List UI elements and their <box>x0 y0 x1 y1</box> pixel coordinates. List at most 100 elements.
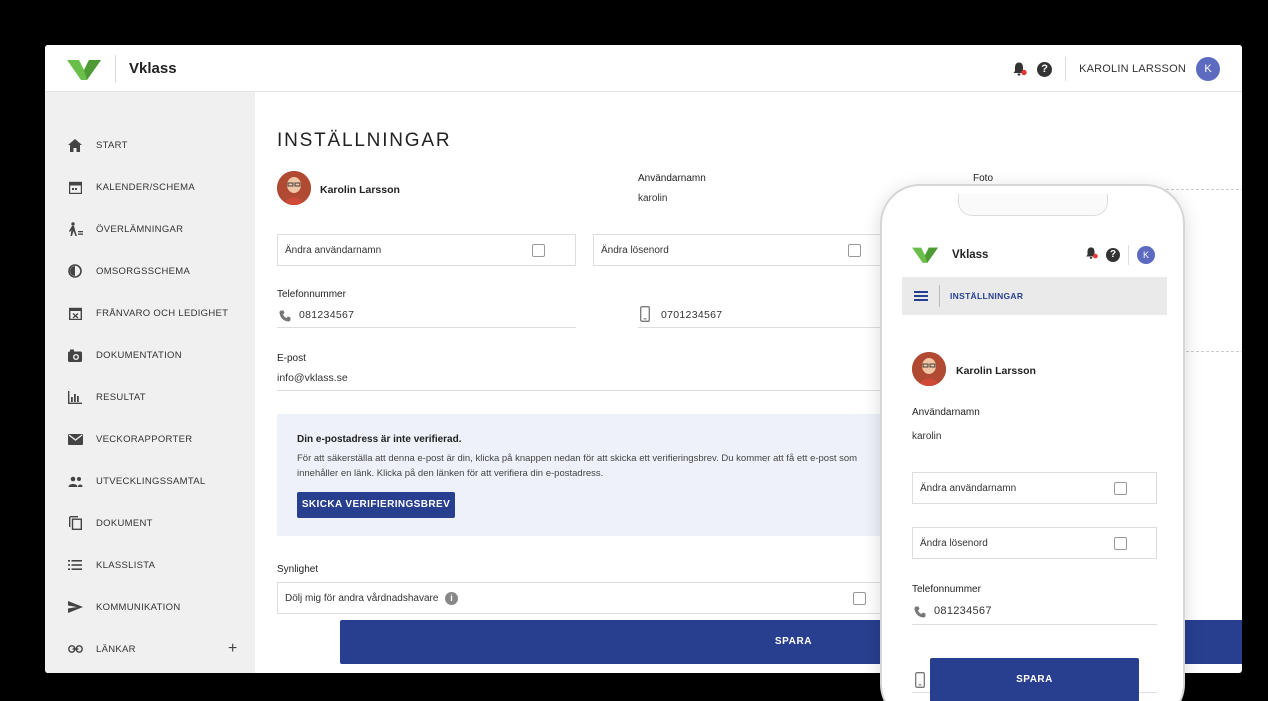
expand-links-button[interactable]: + <box>228 640 237 658</box>
envelope-icon <box>67 431 83 447</box>
phone-label: Telefonnummer <box>277 289 346 300</box>
phone-notch <box>958 194 1108 216</box>
username-label: Användarnamn <box>638 173 706 184</box>
phone-change-username-checkbox[interactable] <box>1114 482 1127 495</box>
sidebar-item-omsorgsschema[interactable]: OMSORGSSCHEMA <box>45 250 255 292</box>
brand-divider <box>115 55 116 83</box>
sidebar-item-lankar[interactable]: LÄNKAR + <box>45 628 255 670</box>
phone-header-actions: ? K <box>1084 245 1155 265</box>
notice-body: För att säkerställa att denna e-post är … <box>297 453 858 479</box>
sidebar-item-label: VECKORAPPORTER <box>96 433 193 445</box>
sidebar-item-label: KLASSLISTA <box>96 559 156 571</box>
phone-icon <box>279 309 291 327</box>
email-underline <box>277 390 910 391</box>
care-schedule-icon <box>67 263 83 279</box>
visibility-label: Synlighet <box>277 564 319 575</box>
phone-input[interactable]: 081234567 <box>299 309 354 321</box>
sidebar-item-franvaro[interactable]: FRÅNVARO OCH LEDIGHET <box>45 292 255 334</box>
phone-user-avatar[interactable]: K <box>1137 246 1155 264</box>
sidebar-item-dokumentation[interactable]: DOKUMENTATION <box>45 334 255 376</box>
home-icon <box>67 137 83 153</box>
username-value: karolin <box>638 193 668 204</box>
change-password-label: Ändra lösenord <box>601 245 669 256</box>
phone-profile-avatar <box>912 352 946 386</box>
sidebar-item-label: DOKUMENTATION <box>96 349 182 361</box>
hide-me-info-icon[interactable]: i <box>445 592 458 605</box>
top-header: Vklass ? KAROLIN LARSSON K <box>45 45 1242 92</box>
sidebar-item-kalender[interactable]: KALENDER/SCHEMA <box>45 166 255 208</box>
phone-username-value: karolin <box>912 431 942 442</box>
change-username-box[interactable]: Ändra användarnamn <box>277 234 576 266</box>
help-icon[interactable]: ? <box>1106 248 1120 262</box>
page-title: INSTÄLLNINGAR <box>277 130 452 151</box>
sidebar-item-overlamningar[interactable]: ÖVERLÄMNINGAR <box>45 208 255 250</box>
document-icon <box>67 515 83 531</box>
hide-me-label: Dölj mig för andra vårdnadshavare <box>285 593 439 604</box>
user-name[interactable]: KAROLIN LARSSON <box>1079 63 1186 75</box>
sidebar-item-label: LÄNKAR <box>96 643 136 655</box>
phone-icon <box>914 605 926 623</box>
phone-save-button[interactable]: SPARA <box>930 658 1139 701</box>
phone-underline <box>277 327 576 328</box>
email-verification-notice: Din e-postadress är inte verifierad. För… <box>277 414 897 536</box>
change-password-checkbox[interactable] <box>848 244 861 257</box>
phone-mockup: Vklass ? K INSTÄLLNINGAR Karolin Larsson… <box>880 184 1185 701</box>
sidebar-item-label: FRÅNVARO OCH LEDIGHET <box>96 307 229 319</box>
phone-profile-name: Karolin Larsson <box>956 365 1036 377</box>
calendar-icon <box>67 179 83 195</box>
hide-me-checkbox[interactable] <box>853 592 866 605</box>
sidebar-item-kommunikation[interactable]: KOMMUNIKATION <box>45 586 255 628</box>
phone-section-title: INSTÄLLNINGAR <box>950 291 1024 301</box>
change-password-box[interactable]: Ändra lösenord <box>593 234 893 266</box>
mobile-underline <box>638 327 910 328</box>
notification-bell-icon[interactable] <box>1011 61 1027 77</box>
phone-change-username-box[interactable]: Ändra användarnamn <box>912 472 1157 504</box>
absence-icon <box>67 305 83 321</box>
sidebar-item-resultat[interactable]: RESULTAT <box>45 376 255 418</box>
sidebar-item-label: KOMMUNIKATION <box>96 601 181 613</box>
hide-me-box[interactable]: Dölj mig för andra vårdnadshavare i <box>277 582 897 614</box>
change-username-label: Ändra användarnamn <box>285 245 382 256</box>
change-username-checkbox[interactable] <box>532 244 545 257</box>
phone-subheader: INSTÄLLNINGAR <box>902 277 1167 315</box>
phone-change-password-checkbox[interactable] <box>1114 537 1127 550</box>
sidebar-item-dokument[interactable]: DOKUMENT <box>45 502 255 544</box>
sidebar-item-label: RESULTAT <box>96 391 146 403</box>
sidebar-item-veckorapporter[interactable]: VECKORAPPORTER <box>45 418 255 460</box>
vklass-logo-icon[interactable] <box>67 58 101 80</box>
sidebar-item-label: UTVECKLINGSSAMTAL <box>96 475 206 487</box>
sidebar-item-label: ÖVERLÄMNINGAR <box>96 223 184 235</box>
sidebar-item-start[interactable]: START <box>45 124 255 166</box>
people-icon <box>67 473 83 489</box>
vklass-logo-icon[interactable] <box>912 246 938 263</box>
help-icon[interactable]: ? <box>1037 61 1053 77</box>
sidebar-item-label: OMSORGSSCHEMA <box>96 265 191 277</box>
phone-change-password-box[interactable]: Ändra lösenord <box>912 527 1157 559</box>
phone-phone-input[interactable]: 081234567 <box>934 605 992 617</box>
send-verification-button[interactable]: SKICKA VERIFIERINGSBREV <box>297 492 455 518</box>
hamburger-menu-icon[interactable] <box>914 291 928 301</box>
sidebar-item-label: KALENDER/SCHEMA <box>96 181 195 193</box>
user-avatar[interactable]: K <box>1196 57 1220 81</box>
phone-phone-underline <box>912 624 1157 625</box>
profile-avatar <box>277 171 311 205</box>
phone-brand-name[interactable]: Vklass <box>952 249 988 261</box>
mobile-phone-icon <box>915 672 925 693</box>
phone-header-divider <box>1128 245 1129 265</box>
sidebar-item-utvecklingssamtal[interactable]: UTVECKLINGSSAMTAL <box>45 460 255 502</box>
mobile-input[interactable]: 0701234567 <box>661 309 722 321</box>
phone-subheader-divider <box>939 285 940 307</box>
brand-name[interactable]: Vklass <box>129 60 177 77</box>
header-divider <box>1065 57 1067 81</box>
phone-phone-label: Telefonnummer <box>912 584 981 595</box>
photo-label: Foto <box>973 173 994 184</box>
sidebar-item-label: DOKUMENT <box>96 517 153 529</box>
mobile-phone-icon <box>640 306 650 327</box>
notification-bell-icon[interactable] <box>1084 246 1098 265</box>
notice-title: Din e-postadress är inte verifierad. <box>297 434 462 445</box>
phone-change-password-label: Ändra lösenord <box>920 538 988 549</box>
email-input[interactable]: info@vklass.se <box>277 372 348 384</box>
bar-chart-icon <box>67 389 83 405</box>
list-icon <box>67 557 83 573</box>
sidebar-item-klasslista[interactable]: KLASSLISTA <box>45 544 255 586</box>
